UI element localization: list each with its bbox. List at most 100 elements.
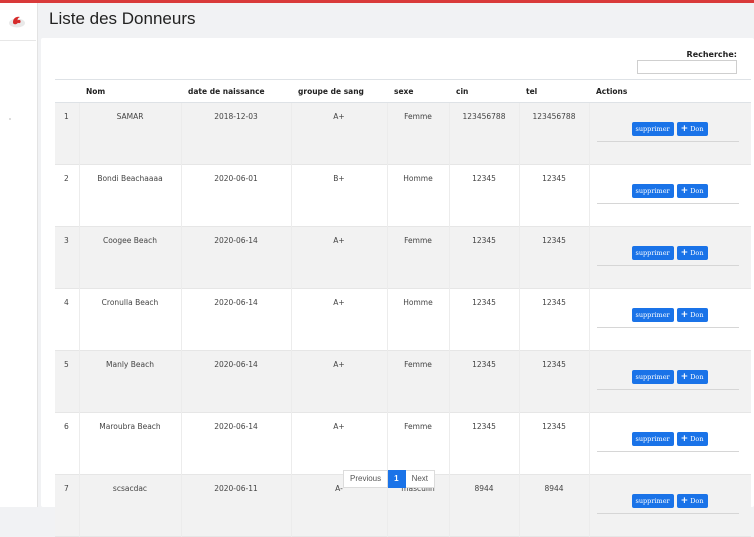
table-row: 5 Manly Beach 2020-06-14 A+ Femme 12345 … xyxy=(55,350,751,413)
cell-tel: 12345 xyxy=(518,226,589,289)
cell-index: 2 xyxy=(64,174,69,183)
add-don-button[interactable]: + Don xyxy=(676,432,708,446)
app-logo-icon[interactable] xyxy=(8,13,26,28)
don-label: Don xyxy=(690,311,704,319)
cell-index: 3 xyxy=(64,236,69,245)
actions-divider xyxy=(596,203,739,204)
add-don-button[interactable]: + Don xyxy=(676,370,708,384)
cell-sexe: Femme xyxy=(386,412,449,475)
table-row: 4 Cronulla Beach 2020-06-14 A+ Homme 123… xyxy=(55,288,751,351)
cell-cin: 12345 xyxy=(448,164,519,227)
cell-nom: Manly Beach xyxy=(78,350,181,413)
cell-groupe: A+ xyxy=(290,412,387,475)
plus-icon: + xyxy=(680,124,689,134)
table-row: 6 Maroubra Beach 2020-06-14 A+ Femme 123… xyxy=(55,412,751,475)
cell-actions: supprimer + Don xyxy=(588,226,751,289)
cell-index: 1 xyxy=(64,112,69,121)
cell-tel: 12345 xyxy=(518,350,589,413)
column-header-actions: Actions xyxy=(589,79,751,103)
don-label: Don xyxy=(690,125,704,133)
supprimer-button[interactable]: supprimer xyxy=(631,184,674,198)
cell-groupe: A+ xyxy=(290,226,387,289)
column-header-date[interactable]: date de naissance xyxy=(181,79,291,103)
don-label: Don xyxy=(690,373,704,381)
cell-index: 5 xyxy=(64,360,69,369)
cell-index: 4 xyxy=(64,298,69,307)
table-row: 1 SAMAR 2018-12-03 A+ Femme 123456788 12… xyxy=(55,102,751,165)
plus-icon: + xyxy=(680,186,689,196)
search-label: Recherche: xyxy=(686,50,737,59)
add-don-button[interactable]: + Don xyxy=(676,308,708,322)
cell-nom: Maroubra Beach xyxy=(78,412,181,475)
donors-table: Nom date de naissance groupe de sang sex… xyxy=(55,79,751,537)
supprimer-button[interactable]: supprimer xyxy=(631,494,674,508)
cell-sexe: Femme xyxy=(386,350,449,413)
pagination-previous[interactable]: Previous xyxy=(343,470,389,488)
cell-actions: supprimer + Don xyxy=(588,288,751,351)
donors-panel: Recherche: Nom date de naissance groupe … xyxy=(41,38,754,537)
cell-groupe: B+ xyxy=(290,164,387,227)
cell-tel: 8944 xyxy=(518,474,589,537)
cell-nom: Coogee Beach xyxy=(78,226,181,289)
cell-groupe: A+ xyxy=(290,102,387,165)
actions-divider xyxy=(596,141,739,142)
pagination-page-1[interactable]: 1 xyxy=(388,470,406,488)
actions-divider xyxy=(596,451,739,452)
cell-cin: 12345 xyxy=(448,350,519,413)
supprimer-button[interactable]: supprimer xyxy=(631,122,674,136)
supprimer-button[interactable]: supprimer xyxy=(631,370,674,384)
cell-actions: supprimer + Don xyxy=(588,350,751,413)
cell-nom: Cronulla Beach xyxy=(78,288,181,351)
sidebar-marker xyxy=(9,118,11,120)
cell-groupe: A+ xyxy=(290,350,387,413)
sidebar-divider xyxy=(0,40,36,41)
add-don-button[interactable]: + Don xyxy=(676,494,708,508)
cell-index: 6 xyxy=(64,422,69,431)
search-input[interactable] xyxy=(637,60,737,74)
cell-date: 2020-06-14 xyxy=(180,288,291,351)
table-row: 2 Bondi Beachaaaa 2020-06-01 B+ Homme 12… xyxy=(55,164,751,227)
actions-divider xyxy=(596,513,739,514)
cell-date: 2018-12-03 xyxy=(180,102,291,165)
cell-date: 2020-06-11 xyxy=(180,474,291,537)
actions-divider xyxy=(596,265,739,266)
add-don-button[interactable]: + Don xyxy=(676,184,708,198)
add-don-button[interactable]: + Don xyxy=(676,122,708,136)
cell-sexe: Femme xyxy=(386,102,449,165)
supprimer-button[interactable]: supprimer xyxy=(631,246,674,260)
column-header-tel[interactable]: tel xyxy=(519,79,589,103)
supprimer-button[interactable]: supprimer xyxy=(631,308,674,322)
cell-date: 2020-06-01 xyxy=(180,164,291,227)
column-header-sexe[interactable]: sexe xyxy=(387,79,449,103)
cell-sexe: Femme xyxy=(386,226,449,289)
cell-actions: supprimer + Don xyxy=(588,164,751,227)
pagination: Previous 1 Next xyxy=(343,470,436,488)
don-label: Don xyxy=(690,497,704,505)
add-don-button[interactable]: + Don xyxy=(676,246,708,260)
plus-icon: + xyxy=(680,372,689,382)
page-title: Liste des Donneurs xyxy=(49,9,196,28)
cell-cin: 12345 xyxy=(448,288,519,351)
cell-date: 2020-06-14 xyxy=(180,412,291,475)
cell-index: 7 xyxy=(64,484,69,493)
cell-cin: 8944 xyxy=(448,474,519,537)
pagination-next[interactable]: Next xyxy=(405,470,436,488)
cell-sexe: Homme xyxy=(386,164,449,227)
plus-icon: + xyxy=(680,496,689,506)
column-header-index xyxy=(55,79,79,103)
supprimer-button[interactable]: supprimer xyxy=(631,432,674,446)
column-header-groupe[interactable]: groupe de sang xyxy=(291,79,387,103)
cell-cin: 12345 xyxy=(448,226,519,289)
cell-cin: 12345 xyxy=(448,412,519,475)
cell-actions: supprimer + Don xyxy=(588,474,751,537)
cell-nom: SAMAR xyxy=(78,102,181,165)
don-label: Don xyxy=(690,187,704,195)
actions-divider xyxy=(596,327,739,328)
plus-icon: + xyxy=(680,434,689,444)
column-header-cin[interactable]: cin xyxy=(449,79,519,103)
cell-tel: 12345 xyxy=(518,412,589,475)
don-label: Don xyxy=(690,249,704,257)
top-accent-bar xyxy=(0,0,754,3)
column-header-nom[interactable]: Nom xyxy=(79,79,181,103)
plus-icon: + xyxy=(680,310,689,320)
